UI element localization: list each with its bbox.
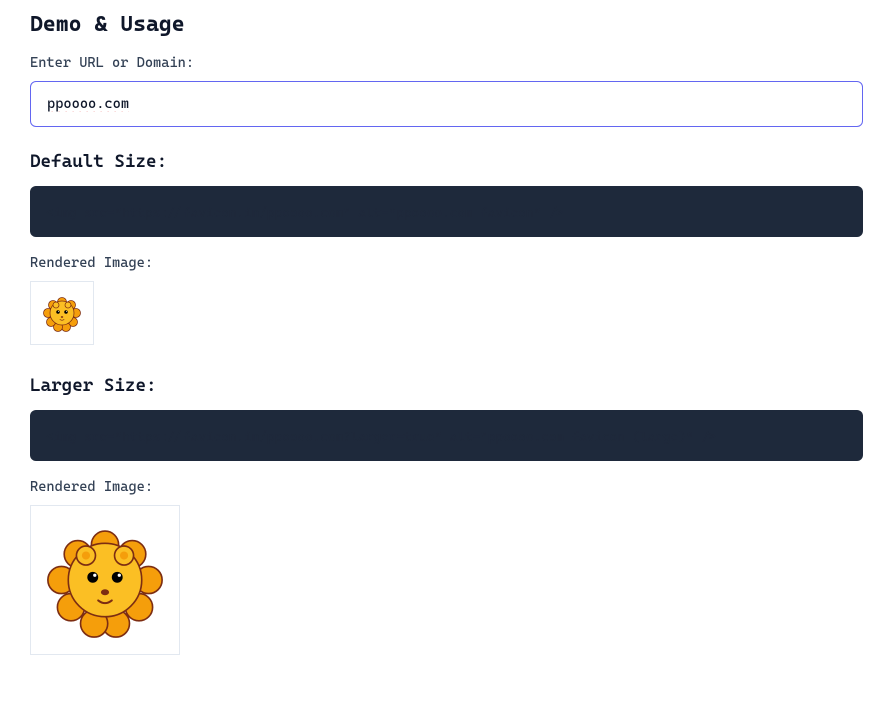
url-input[interactable] [30,81,863,127]
larger-size-heading: Larger Size: [30,375,863,396]
lion-favicon-large-icon [37,512,173,648]
default-code-text: <img src="https://favicon.im/ppoooo.com"… [46,206,564,221]
larger-code-block: <img src="https://favicon.im/ppoooo.com?… [30,410,863,461]
page-title: Demo & Usage [30,12,863,37]
url-input-label: Enter URL or Domain: [30,55,863,71]
larger-rendered-label: Rendered Image: [30,479,863,495]
larger-rendered-image [30,505,180,655]
larger-code-text: <img src="https://favicon.im/ppoooo.com?… [46,430,716,445]
lion-favicon-small-icon [37,288,87,338]
default-rendered-label: Rendered Image: [30,255,863,271]
default-size-heading: Default Size: [30,151,863,172]
default-code-block: <img src="https://favicon.im/ppoooo.com"… [30,186,863,237]
default-rendered-image [30,281,94,345]
